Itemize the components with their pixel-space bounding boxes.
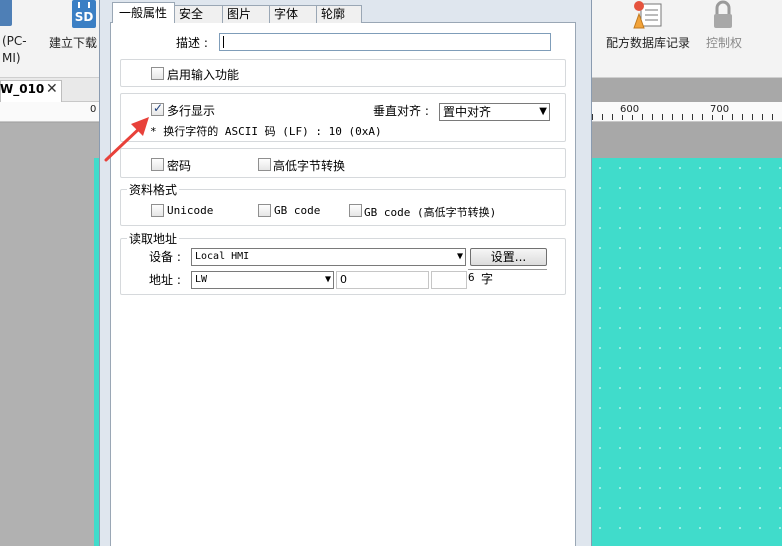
gb-code-swap-checkbox[interactable] (349, 204, 362, 217)
length-field-border (468, 269, 547, 270)
enable-input-label: 启用输入功能 (167, 68, 240, 82)
multiline-label: 多行显示 (167, 104, 216, 118)
sd-card-icon[interactable]: SD (72, 0, 96, 28)
gb-code-checkbox[interactable] (258, 204, 271, 217)
vertical-align-label: 垂直对齐 : (373, 104, 429, 118)
pc-hmi-icon[interactable] (0, 0, 12, 26)
workspace-background (0, 123, 100, 546)
password-label: 密码 (167, 159, 192, 173)
annotation-arrow-icon (100, 110, 160, 169)
tab-outline[interactable]: 轮廓 (316, 5, 362, 23)
build-download-button[interactable]: 建立下载 (49, 34, 97, 51)
swap-bytes-label: 高低字节转换 (273, 159, 346, 173)
length-unit: 字 (481, 272, 494, 286)
vertical-align-select[interactable]: 置中对齐 ▼ (439, 103, 550, 121)
linefeed-note: * 换行字符的 ASCII 码 (LF) : 10 (0xA) (150, 125, 382, 138)
swap-bytes-checkbox[interactable] (258, 158, 271, 171)
data-format-title: 资料格式 (127, 181, 180, 198)
recipe-database-icon[interactable] (631, 0, 665, 30)
address-extra-input[interactable] (431, 271, 467, 289)
settings-button[interactable]: 设置... (470, 248, 547, 266)
unicode-checkbox[interactable] (151, 204, 164, 217)
horizontal-ruler-left (0, 102, 100, 122)
document-tab-label[interactable]: W_010 (0, 82, 44, 96)
design-canvas[interactable] (590, 158, 782, 546)
ribbon-label-pc-hmi-1[interactable]: (PC- (2, 34, 27, 48)
lock-icon (711, 0, 735, 30)
ribbon-label-pc-hmi-2[interactable]: MI) (2, 51, 21, 65)
description-label: 描述 : (176, 36, 208, 50)
unicode-label: Unicode (167, 204, 214, 217)
text-caret (223, 36, 224, 48)
tab-font[interactable]: 字体 (269, 5, 317, 23)
gb-code-label: GB code (274, 204, 321, 217)
tab-general[interactable]: 一般属性 (112, 2, 175, 23)
chevron-down-icon: ▼ (324, 274, 331, 285)
tab-security[interactable]: 安全 (174, 5, 223, 23)
enable-input-checkbox[interactable] (151, 67, 164, 80)
address-input[interactable]: 0 (336, 271, 429, 289)
ruler-tick-0: 0 (89, 104, 98, 115)
ruler-tick-600: 600 (619, 104, 641, 115)
address-label: 地址 : (149, 273, 181, 287)
length-value[interactable]: 6 (468, 271, 475, 284)
device-select[interactable]: Local HMI ▼ (191, 248, 466, 266)
tab-picture[interactable]: 图片 (222, 5, 270, 23)
ruler-tick-700: 700 (709, 104, 731, 115)
gb-code-swap-label: GB code (高低字节转换) (364, 206, 497, 219)
read-address-title: 读取地址 (127, 230, 180, 247)
chevron-down-icon: ▼ (539, 106, 547, 117)
recipe-database-button[interactable]: 配方数据库记录 (606, 34, 690, 51)
close-icon[interactable]: ✕ (46, 81, 58, 97)
control-button[interactable]: 控制权 (706, 34, 742, 51)
description-input[interactable] (219, 33, 551, 51)
chevron-down-icon: ▼ (456, 251, 463, 262)
address-type-select[interactable]: LW ▼ (191, 271, 334, 289)
device-label: 设备 : (149, 250, 181, 264)
